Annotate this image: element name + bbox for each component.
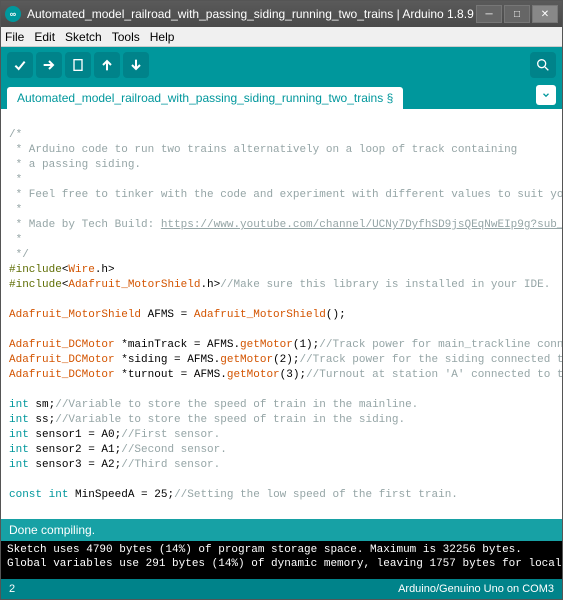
minimize-button[interactable]: ─ xyxy=(476,5,502,23)
tab-dropdown-button[interactable] xyxy=(536,85,556,105)
code-token: Adafruit_DCMotor xyxy=(9,354,115,366)
window-title: Automated_model_railroad_with_passing_si… xyxy=(27,7,476,21)
code-editor[interactable]: /* * Arduino code to run two trains alte… xyxy=(1,109,562,519)
arrow-up-icon xyxy=(99,57,115,73)
code-line: * xyxy=(9,174,29,186)
menubar: File Edit Sketch Tools Help xyxy=(1,27,562,47)
arrow-down-icon xyxy=(128,57,144,73)
console-line: Sketch uses 4790 bytes (14%) of program … xyxy=(7,544,522,556)
maximize-button[interactable]: □ xyxy=(504,5,530,23)
open-button[interactable] xyxy=(94,52,120,78)
code-token: int xyxy=(9,459,29,471)
console-line: Global variables use 291 bytes (14%) of … xyxy=(7,558,562,570)
line-number: 2 xyxy=(9,583,15,595)
code-token: Adafruit_MotorShield xyxy=(9,309,141,321)
magnifier-icon xyxy=(535,57,551,73)
toolbar xyxy=(1,47,562,83)
code-line: * a passing siding. xyxy=(9,159,141,171)
upload-button[interactable] xyxy=(36,52,62,78)
board-port-info: Arduino/Genuino Uno on COM3 xyxy=(398,583,554,595)
code-url: https://www.youtube.com/channel/UCNy7Dyf… xyxy=(161,219,562,231)
menu-edit[interactable]: Edit xyxy=(34,30,55,44)
menu-tools[interactable]: Tools xyxy=(112,30,140,44)
code-line: /* xyxy=(9,129,22,141)
titlebar[interactable]: ∞ Automated_model_railroad_with_passing_… xyxy=(1,1,562,27)
code-line: */ xyxy=(9,249,29,261)
output-console[interactable]: Sketch uses 4790 bytes (14%) of program … xyxy=(1,541,562,579)
code-token: #include xyxy=(9,264,62,276)
code-token: int xyxy=(9,399,29,411)
serial-monitor-button[interactable] xyxy=(530,52,556,78)
code-token: int xyxy=(9,429,29,441)
arduino-icon: ∞ xyxy=(5,6,21,22)
save-button[interactable] xyxy=(123,52,149,78)
code-line: * xyxy=(9,204,29,216)
menu-help[interactable]: Help xyxy=(150,30,175,44)
check-icon xyxy=(12,57,28,73)
new-button[interactable] xyxy=(65,52,91,78)
code-line: * Arduino code to run two trains alterna… xyxy=(9,144,517,156)
verify-button[interactable] xyxy=(7,52,33,78)
tabbar: Automated_model_railroad_with_passing_si… xyxy=(1,83,562,109)
code-line: * Made by Tech Build: xyxy=(9,219,161,231)
code-token: Adafruit_DCMotor xyxy=(9,339,115,351)
menu-sketch[interactable]: Sketch xyxy=(65,30,102,44)
arduino-ide-window: ∞ Automated_model_railroad_with_passing_… xyxy=(0,0,563,600)
arrow-right-icon xyxy=(41,57,57,73)
chevron-down-icon xyxy=(541,90,551,100)
close-button[interactable]: ✕ xyxy=(532,5,558,23)
status-text: Done compiling. xyxy=(9,523,95,537)
footer-bar: 2 Arduino/Genuino Uno on COM3 xyxy=(1,579,562,599)
file-icon xyxy=(70,57,86,73)
code-token: #include xyxy=(9,279,62,291)
menu-file[interactable]: File xyxy=(5,30,24,44)
code-token: int xyxy=(9,414,29,426)
status-bar: Done compiling. xyxy=(1,519,562,541)
code-token: int xyxy=(9,444,29,456)
sketch-tab[interactable]: Automated_model_railroad_with_passing_si… xyxy=(7,87,403,109)
code-line: * Feel free to tinker with the code and … xyxy=(9,189,562,201)
code-line: * xyxy=(9,234,29,246)
code-token: const xyxy=(9,489,42,501)
code-token: Adafruit_DCMotor xyxy=(9,369,115,381)
